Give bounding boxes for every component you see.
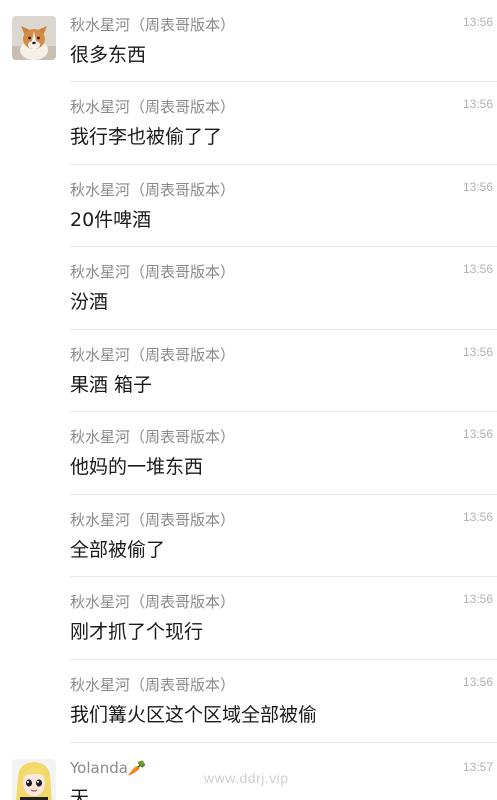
sender-name: Yolanda🥕 <box>70 759 147 777</box>
message-text[interactable]: 很多东西 <box>70 40 146 67</box>
dog-avatar-icon <box>12 16 56 60</box>
sender-name: 秋水星河（周表哥版本） <box>70 263 236 281</box>
message-time: 13:56 <box>462 427 493 441</box>
chat-message: 秋水星河（周表哥版本） 13:56 他妈的一堆东西 <box>0 412 497 495</box>
message-text[interactable]: 天 <box>70 783 89 800</box>
message-time: 13:57 <box>462 760 493 774</box>
sender-name: 秋水星河（周表哥版本） <box>70 511 236 529</box>
chat-message: 秋水星河（周表哥版本） 13:56 汾酒 <box>0 247 497 330</box>
message-time: 13:56 <box>462 97 493 111</box>
sender-avatar[interactable] <box>12 16 56 60</box>
chat-message: 秋水星河（周表哥版本） 13:56 20件啤酒 <box>0 165 497 247</box>
message-text[interactable]: 刚才抓了个现行 <box>70 617 203 644</box>
message-time: 13:56 <box>462 675 493 689</box>
sender-name: 秋水星河（周表哥版本） <box>70 676 236 694</box>
anime-girl-avatar-icon <box>12 759 56 800</box>
chat-message: 秋水星河（周表哥版本） 13:56 我们篝火区这个区域全部被偷 <box>0 660 497 743</box>
message-time: 13:56 <box>462 180 493 194</box>
message-time: 13:56 <box>462 345 493 359</box>
message-text[interactable]: 20件啤酒 <box>70 205 151 232</box>
sender-name: 秋水星河（周表哥版本） <box>70 181 236 199</box>
message-time: 13:56 <box>462 510 493 524</box>
watermark: www.ddrj.vip <box>204 770 289 786</box>
chat-message: 秋水星河（周表哥版本） 13:56 我行李也被偷了了 <box>0 82 497 165</box>
sender-name: 秋水星河（周表哥版本） <box>70 593 236 611</box>
sender-name: 秋水星河（周表哥版本） <box>70 16 236 34</box>
chat-message: 秋水星河（周表哥版本） 13:56 很多东西 <box>0 0 497 82</box>
chat-message: 秋水星河（周表哥版本） 13:56 果酒 箱子 <box>0 330 497 412</box>
message-text[interactable]: 他妈的一堆东西 <box>70 452 203 479</box>
chat-message: 秋水星河（周表哥版本） 13:56 刚才抓了个现行 <box>0 577 497 660</box>
sender-avatar[interactable] <box>12 759 56 800</box>
sender-name: 秋水星河（周表哥版本） <box>70 98 236 116</box>
message-time: 13:56 <box>462 592 493 606</box>
message-time: 13:56 <box>462 15 493 29</box>
message-time: 13:56 <box>462 262 493 276</box>
message-text[interactable]: 汾酒 <box>70 287 108 314</box>
chat-message: 秋水星河（周表哥版本） 13:56 全部被偷了 <box>0 495 497 577</box>
sender-name: 秋水星河（周表哥版本） <box>70 346 236 364</box>
message-text[interactable]: 果酒 箱子 <box>70 370 152 397</box>
sender-name: 秋水星河（周表哥版本） <box>70 428 236 446</box>
message-text[interactable]: 我们篝火区这个区域全部被偷 <box>70 700 317 727</box>
message-text[interactable]: 全部被偷了 <box>70 535 165 562</box>
message-text[interactable]: 我行李也被偷了了 <box>70 122 222 149</box>
